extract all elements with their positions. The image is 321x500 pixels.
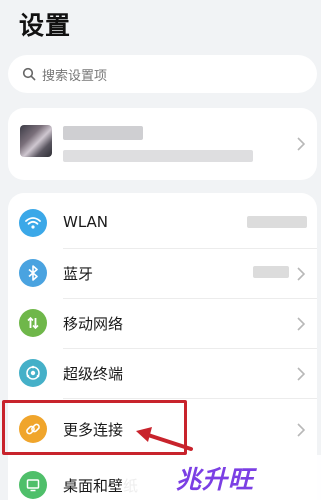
chevron-right-icon <box>297 137 305 151</box>
settings-item-label: WLAN <box>63 213 109 231</box>
chevron-right-icon <box>297 367 305 381</box>
chevron-right-icon <box>297 317 305 331</box>
avatar <box>20 125 52 157</box>
search-icon <box>22 67 36 81</box>
settings-item-wlan[interactable]: WLAN <box>8 199 317 249</box>
wlan-value-redacted <box>247 216 307 228</box>
super-device-icon <box>19 359 47 387</box>
settings-item-bluetooth[interactable]: 蓝牙 <box>8 249 317 299</box>
chevron-right-icon <box>297 423 305 437</box>
search-placeholder: 搜索设置项 <box>42 68 108 84</box>
account-name-redacted <box>63 126 143 140</box>
settings-item-label: 超级终端 <box>63 365 124 383</box>
divider <box>63 398 317 399</box>
bluetooth-value-redacted <box>253 266 289 278</box>
chevron-right-icon <box>297 267 305 281</box>
watermark: 兆升旺 <box>122 455 321 500</box>
desktop-icon <box>19 471 47 499</box>
wifi-icon <box>19 209 47 237</box>
settings-item-mobile-network[interactable]: 移动网络 <box>8 299 317 349</box>
watermark-text: 兆升旺 <box>176 464 255 494</box>
page-title: 设置 <box>19 11 72 40</box>
account-detail-redacted <box>63 150 253 162</box>
search-bar[interactable]: 搜索设置项 <box>8 55 317 93</box>
settings-item-super-device[interactable]: 超级终端 <box>8 349 317 399</box>
arrow-icon <box>136 427 193 451</box>
account-card[interactable] <box>8 108 317 180</box>
mobile-data-icon <box>19 309 47 337</box>
settings-item-label: 蓝牙 <box>63 265 94 283</box>
bluetooth-icon <box>19 259 47 287</box>
settings-item-label: 移动网络 <box>63 315 124 333</box>
